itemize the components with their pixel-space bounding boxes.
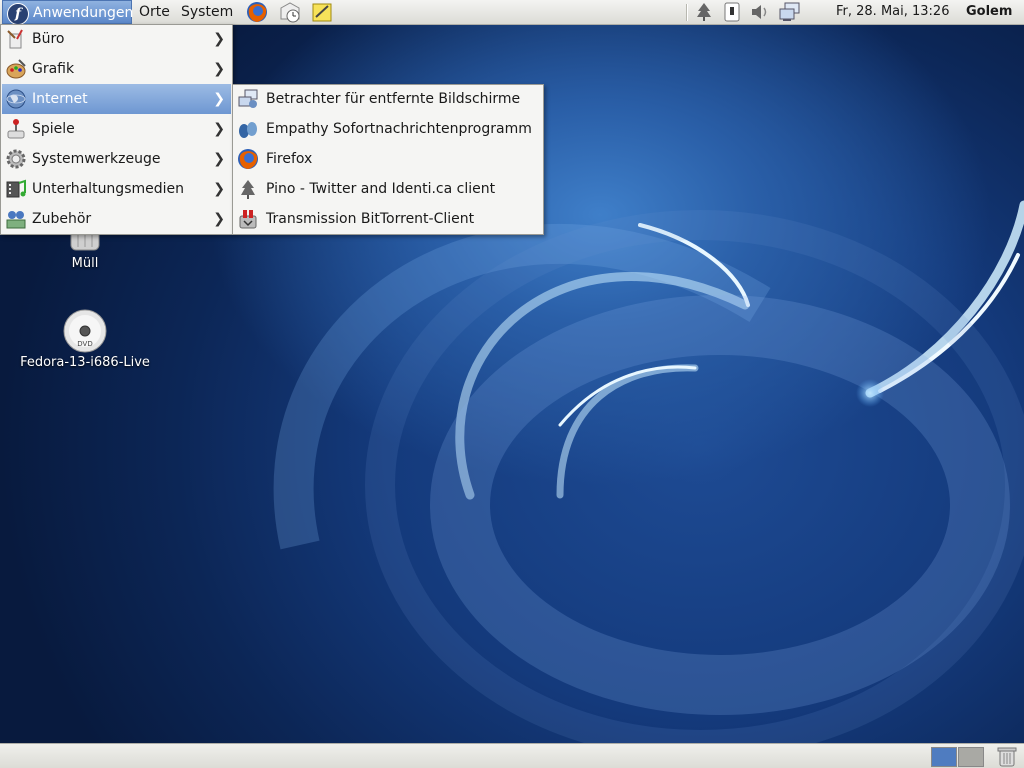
desktop-icon-label: Fedora-13-i686-Live [20,355,150,370]
usb-icon[interactable] [722,2,742,22]
desktop-icon-dvd[interactable]: DVD Fedora-13-i686-Live [10,309,160,373]
tree-icon[interactable] [694,2,714,22]
panel-separator [686,4,688,21]
multimedia-icon [6,179,26,198]
empathy-icon [239,122,257,138]
menu-item-label: Transmission BitTorrent-Client [266,211,475,227]
menu-item-label: Internet [32,91,88,107]
menu-item-label: Empathy Sofortnachrichtenprogramm [266,121,532,137]
menu-item-label: Büro [32,31,65,47]
transmission-icon [239,210,257,229]
menu-item-label: Spiele [32,121,75,137]
chevron-right-icon: ❯ [213,151,225,167]
svg-text:DVD: DVD [77,340,92,348]
chevron-right-icon: ❯ [213,61,225,77]
menu-item-label: Zubehör [32,211,92,227]
menu-item-grafik[interactable]: Grafik ❯ [2,54,231,84]
menu-item-label: Pino - Twitter and Identi.ca client [266,181,496,197]
remote-desktop-icon [238,89,258,108]
menu-item-label: Unterhaltungsmedien [32,181,185,197]
system-menu-button[interactable]: System [176,0,238,24]
top-panel: f Anwendungen Orte System Fr, 28. Mai, 1… [0,0,1024,25]
desktop-icon-label: Müll [71,256,99,271]
workspace-1-button[interactable] [931,747,957,767]
email-clock-icon[interactable] [279,1,301,23]
internet-submenu: Betrachter für entfernte Bildschirme Emp… [232,84,544,235]
menu-item-label: Grafik [32,61,75,77]
menu-item-unterhaltungsmedien[interactable]: Unterhaltungsmedien ❯ [2,174,231,204]
menu-item-transmission[interactable]: Transmission BitTorrent-Client [234,204,542,234]
volume-icon[interactable] [750,2,770,22]
fedora-logo-icon: f [7,3,29,25]
system-menu-label: System [181,4,234,20]
menu-item-buero[interactable]: Büro ❯ [2,24,231,54]
graphics-icon [6,59,26,79]
network-icon[interactable] [778,2,802,22]
menu-item-internet[interactable]: Internet ❯ [2,84,231,114]
applications-menu-label: Anwendungen [33,5,134,21]
firefox-icon[interactable] [246,1,268,23]
trash-applet-icon[interactable] [996,746,1018,767]
pino-tree-icon [241,180,255,199]
chevron-right-icon: ❯ [213,31,225,47]
notes-icon[interactable] [311,1,333,23]
office-icon [7,29,23,49]
menu-item-label: Firefox [266,151,313,167]
dvd-icon: DVD [63,309,107,353]
menu-item-empathy[interactable]: Empathy Sofortnachrichtenprogramm [234,114,542,144]
chevron-right-icon: ❯ [213,181,225,197]
games-icon [7,119,25,139]
chevron-right-icon: ❯ [213,121,225,137]
user-name[interactable]: Golem [966,0,1012,24]
panel-clock[interactable]: Fr, 28. Mai, 13:26 [836,0,949,24]
menu-item-zubehoer[interactable]: Zubehör ❯ [2,204,231,234]
firefox-icon [238,149,258,169]
applications-menu-button[interactable]: f Anwendungen [2,0,134,25]
menu-item-label: Betrachter für entfernte Bildschirme [266,91,521,107]
menu-item-label: Systemwerkzeuge [32,151,161,167]
internet-globe-icon [6,89,26,109]
accessories-icon [6,211,26,229]
applications-menu: Büro ❯ Grafik ❯ Internet ❯ Spiele ❯ Syst… [0,24,233,235]
menu-item-systemwerkzeuge[interactable]: Systemwerkzeuge ❯ [2,144,231,174]
menu-item-pino[interactable]: Pino - Twitter and Identi.ca client [234,174,542,204]
menu-item-remote-desktop-viewer[interactable]: Betrachter für entfernte Bildschirme [234,84,542,114]
menu-item-firefox[interactable]: Firefox [234,144,542,174]
chevron-right-icon: ❯ [213,91,225,107]
system-tools-icon [6,149,26,169]
workspace-2-button[interactable] [958,747,984,767]
menu-item-spiele[interactable]: Spiele ❯ [2,114,231,144]
places-menu-button[interactable]: Orte [134,0,175,24]
bottom-panel [0,743,1024,768]
places-menu-label: Orte [139,4,170,20]
chevron-right-icon: ❯ [213,211,225,227]
